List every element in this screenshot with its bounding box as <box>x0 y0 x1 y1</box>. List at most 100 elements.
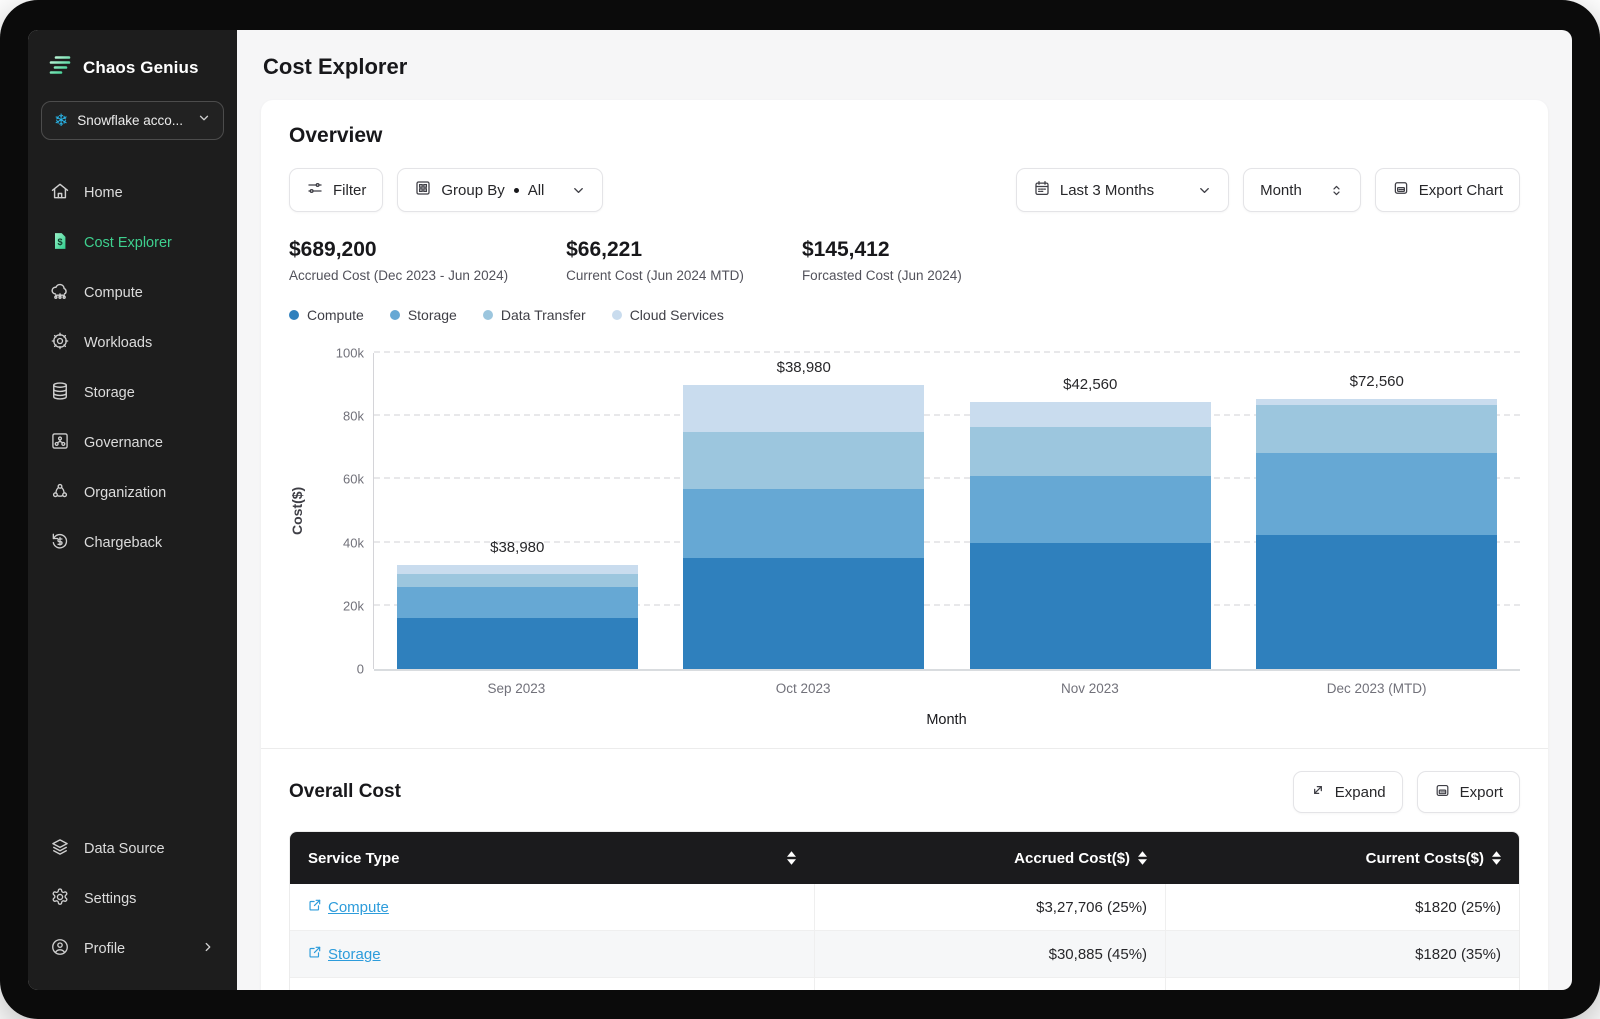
sort-icon[interactable] <box>1138 851 1148 865</box>
legend-dot <box>611 310 622 320</box>
bar-value-label: $42,560 <box>1063 375 1118 393</box>
sidebar-item-compute[interactable]: Compute <box>41 268 224 318</box>
sidebar-item-cost-explorer[interactable]: $ Cost Explorer <box>41 218 224 268</box>
accrued-cost-cell: $30,885 (45%) <box>813 931 1165 977</box>
expand-button[interactable]: Expand <box>1292 771 1403 813</box>
data-source-layers-icon <box>50 837 70 861</box>
expand-button-label: Expand <box>1334 783 1386 801</box>
sidebar-item-chargeback[interactable]: Chargeback <box>41 518 224 568</box>
bar-value-label: $72,560 <box>1349 372 1404 390</box>
group-by-value: All <box>527 181 545 199</box>
column-label: Service Type <box>308 849 400 867</box>
bar-sep-2023[interactable]: $38,980 <box>374 353 661 669</box>
chart-y-axis-title: Cost($) <box>289 486 305 536</box>
sidebar-item-label: Profile <box>84 941 126 957</box>
stat-current-cost: $66,221 Current Cost (Jun 2024 MTD) <box>566 238 744 283</box>
calendar-icon <box>1033 179 1051 201</box>
bar-value-label: $38,980 <box>490 538 545 556</box>
legend-item-storage[interactable]: Storage <box>389 307 457 323</box>
account-label: Snowflake acco... <box>77 113 184 128</box>
sidebar-item-data-source[interactable]: Data Source <box>41 824 224 874</box>
service-link-label[interactable]: Compute <box>328 899 389 916</box>
stat-value: $145,412 <box>801 238 890 261</box>
column-header-service-type[interactable]: Service Type <box>290 850 814 867</box>
chart-grid: 0 20k 40k 60k 80k 100k $38,980 $38,980 $42,560 $7… <box>336 346 1521 677</box>
column-label: Current Costs($) <box>1365 849 1484 867</box>
sidebar: Chaos Genius ❄ Snowflake acco... Home $ … <box>28 30 237 990</box>
governance-icon <box>50 431 70 455</box>
bar-segment-data-transfer <box>969 427 1211 477</box>
overall-cost-table: Service Type Accrued Cost($) Current Cos… <box>289 831 1520 990</box>
sidebar-item-label: Data Source <box>84 841 165 857</box>
bar-segment-data-transfer <box>683 432 925 489</box>
storage-database-icon <box>50 381 70 405</box>
filter-sliders-icon <box>306 179 324 201</box>
granularity-select[interactable]: Month <box>1243 168 1361 212</box>
cost-chart: Cost($) 0 20k 40k 60k 80k 100k $38,980 $38,980 $… <box>289 346 1521 728</box>
stat-value: $689,200 <box>289 238 377 261</box>
x-axis-tick: Nov 2023 <box>1060 681 1119 696</box>
legend-item-data-transfer[interactable]: Data Transfer <box>482 307 586 323</box>
bar-segment-data-transfer <box>1256 405 1498 453</box>
filter-button-label: Filter <box>333 181 367 199</box>
stat-accrued-cost: $689,200 Accrued Cost (Dec 2023 - Jun 20… <box>289 238 508 283</box>
sort-icon[interactable] <box>786 851 796 865</box>
sidebar-item-home[interactable]: Home <box>41 168 224 218</box>
bar-segment-cloud-services <box>396 564 638 575</box>
export-csv-icon <box>1434 782 1451 803</box>
legend-item-compute[interactable]: Compute <box>289 307 364 323</box>
service-cell: Data Transfer <box>290 978 814 990</box>
cost-explorer-icon: $ <box>50 231 70 255</box>
service-link-label[interactable]: Storage <box>328 946 381 963</box>
legend-dot <box>389 310 400 320</box>
y-axis-tick: 20k <box>343 598 364 614</box>
sidebar-item-organization[interactable]: Organization <box>41 468 224 518</box>
overall-cost-title: Overall Cost <box>289 781 401 802</box>
sidebar-item-label: Settings <box>84 891 137 907</box>
bar-oct-2023[interactable]: $38,980 <box>661 353 948 669</box>
bar-segment-storage <box>1256 452 1498 535</box>
overview-toolbar: Filter Group By All Last 3 Months Month … <box>289 168 1520 212</box>
sidebar-item-label: Workloads <box>84 335 153 351</box>
sidebar-item-storage[interactable]: Storage <box>41 368 224 418</box>
date-range-select[interactable]: Last 3 Months <box>1015 168 1230 212</box>
sidebar-bottom-nav: Data Source Settings Profile <box>41 824 224 974</box>
home-icon <box>50 181 70 205</box>
group-by-button[interactable]: Group By All <box>397 168 604 212</box>
sidebar-item-workloads[interactable]: Workloads <box>41 318 224 368</box>
sidebar-item-profile[interactable]: Profile <box>41 924 224 974</box>
chart-body: 0 20k 40k 60k 80k 100k $38,980 $38,980 $42,560 $7… <box>309 346 1521 728</box>
x-axis-tick: Sep 2023 <box>487 681 546 696</box>
sort-icon[interactable] <box>1491 851 1501 865</box>
export-table-button[interactable]: Export <box>1416 771 1520 813</box>
stat-forecasted-cost: $145,412 Forcasted Cost (Jun 2024) <box>802 238 962 283</box>
bar-segment-storage <box>683 488 925 559</box>
overview-card: Overview Filter Group By All Last 3 Mont… <box>261 100 1548 990</box>
account-selector[interactable]: ❄ Snowflake acco... <box>41 101 224 140</box>
column-header-current-costs[interactable]: Current Costs($) <box>1165 850 1519 867</box>
service-link[interactable]: Storage <box>308 945 381 963</box>
export-image-icon <box>1392 179 1410 201</box>
chart-xlabels: Sep 2023 Oct 2023 Nov 2023 Dec 2023 (MTD) <box>373 681 1520 696</box>
stats-row: $689,200 Accrued Cost (Dec 2023 - Jun 20… <box>289 238 1520 283</box>
bar-dec-2023-mtd-[interactable]: $72,560 <box>1234 353 1521 669</box>
brand-name: Chaos Genius <box>83 57 199 77</box>
chevron-down-icon <box>197 111 211 130</box>
bar-nov-2023[interactable]: $42,560 <box>947 353 1234 669</box>
sidebar-item-settings[interactable]: Settings <box>41 874 224 924</box>
legend-item-cloud-services[interactable]: Cloud Services <box>611 307 724 323</box>
service-link[interactable]: Compute <box>308 898 389 916</box>
stat-label: Forcasted Cost (Jun 2024) <box>801 268 962 283</box>
sidebar-item-governance[interactable]: Governance <box>41 418 224 468</box>
filter-button[interactable]: Filter <box>289 168 384 212</box>
x-axis-tick: Dec 2023 (MTD) <box>1326 681 1427 696</box>
chevron-down-icon <box>571 183 586 198</box>
granularity-value: Month <box>1260 181 1302 199</box>
y-axis-tick: 80k <box>343 408 364 424</box>
column-header-accrued-cost[interactable]: Accrued Cost($) <box>814 850 1165 867</box>
bar-segment-cloud-services <box>683 384 925 433</box>
export-button-label: Export <box>1459 783 1503 801</box>
y-axis-tick: 0 <box>356 661 364 677</box>
settings-gear-icon <box>50 887 70 911</box>
export-chart-button[interactable]: Export Chart <box>1374 168 1520 212</box>
